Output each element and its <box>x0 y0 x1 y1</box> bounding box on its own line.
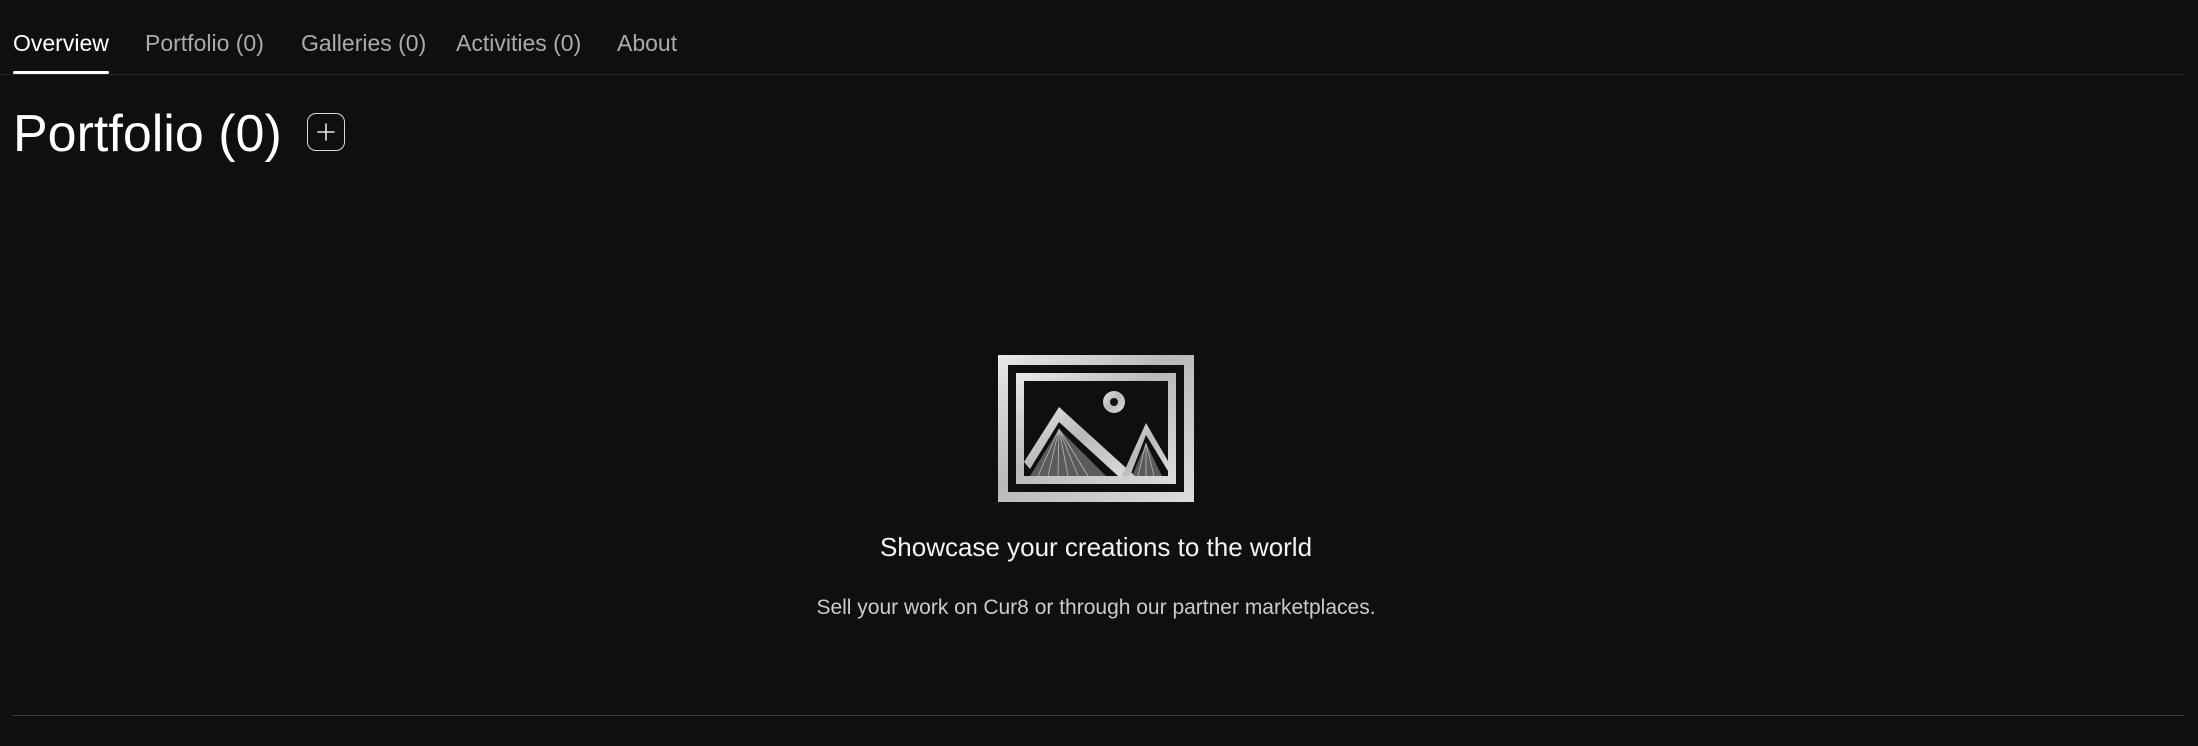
section-divider <box>13 715 2184 716</box>
tab-galleries[interactable]: Galleries (0) <box>301 29 426 57</box>
tab-about[interactable]: About <box>617 29 677 57</box>
active-tab-indicator <box>13 71 109 74</box>
add-portfolio-button[interactable] <box>307 113 345 151</box>
plus-icon <box>317 123 335 141</box>
empty-state-subtext: Sell your work on Cur8 or through our pa… <box>816 596 1376 619</box>
profile-tabs: Overview Portfolio (0) Galleries (0) Act… <box>0 0 2184 75</box>
empty-state-heading: Showcase your creations to the world <box>879 532 1313 562</box>
tab-activities[interactable]: Activities (0) <box>456 29 581 57</box>
tab-portfolio[interactable]: Portfolio (0) <box>145 29 264 57</box>
tab-overview[interactable]: Overview <box>13 29 109 57</box>
page-title: Portfolio (0) <box>13 105 282 163</box>
image-placeholder-icon <box>998 355 1194 502</box>
